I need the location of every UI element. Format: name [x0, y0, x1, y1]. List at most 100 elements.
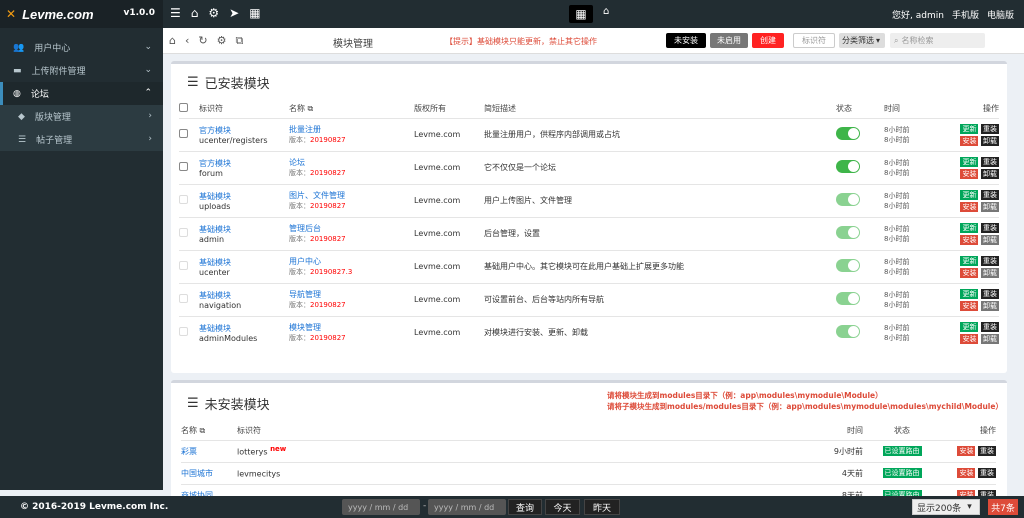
search-input[interactable]: ⌕ 名称检索 — [890, 33, 985, 48]
home-icon[interactable]: ⌂ — [169, 34, 176, 48]
uninstall-button[interactable]: 卸载 — [981, 135, 999, 146]
reinstall-button[interactable]: 重装 — [981, 288, 999, 299]
module-name-link[interactable]: 管理后台 — [289, 223, 414, 234]
install-button[interactable]: 安装 — [957, 468, 976, 478]
send-icon[interactable]: ➤ — [229, 6, 239, 20]
update-button[interactable]: 更新 — [960, 123, 979, 134]
caret-down-icon: ▾ — [876, 36, 881, 45]
menu-toggle-icon[interactable]: ☰ — [170, 6, 181, 20]
module-name-link[interactable]: 彩票 — [181, 439, 237, 462]
module-name-link[interactable]: 中国城市 — [181, 461, 237, 484]
module-name-link[interactable]: 导航管理 — [289, 289, 414, 300]
uninstall-button[interactable]: 卸载 — [981, 201, 999, 212]
row-checkbox[interactable] — [179, 327, 188, 337]
install-button[interactable]: 安装 — [960, 267, 979, 278]
sidebar-item-threads[interactable]: ☰ 帖子管理 › — [0, 128, 163, 151]
module-type-link[interactable]: 基础模块 — [199, 224, 289, 235]
select-all-checkbox[interactable] — [179, 103, 188, 113]
home-icon[interactable]: ⌂ — [191, 6, 199, 20]
start-date-input[interactable]: yyyy / mm / dd — [342, 499, 420, 515]
grid-icon[interactable]: ▦ — [249, 6, 260, 20]
reinstall-button[interactable]: 重装 — [981, 189, 999, 200]
row-checkbox[interactable] — [179, 195, 188, 204]
update-button[interactable]: 更新 — [960, 222, 979, 233]
reinstall-button[interactable]: 重装 — [978, 468, 996, 478]
query-button[interactable]: 查询 — [508, 499, 542, 515]
today-button[interactable]: 今天 — [545, 499, 580, 515]
uninstall-button[interactable]: 卸载 — [981, 333, 999, 344]
update-button[interactable]: 更新 — [960, 189, 979, 200]
status-toggle[interactable] — [836, 259, 860, 272]
module-type-link[interactable]: 基础模块 — [199, 323, 289, 334]
sidebar-item-ucenter[interactable]: 👥 用户中心 ⌄ — [0, 36, 163, 59]
module-name-link[interactable]: 用户中心 — [289, 256, 414, 267]
reinstall-button[interactable]: 重装 — [981, 222, 999, 233]
uninstall-button[interactable]: 卸载 — [981, 267, 999, 278]
install-button[interactable]: 安装 — [960, 135, 979, 146]
sidebar-item-uploads[interactable]: ▬ 上传附件管理 ⌄ — [0, 59, 163, 82]
header-name[interactable]: 名称 ⧉ — [289, 100, 414, 118]
yesterday-button[interactable]: 昨天 — [584, 499, 620, 515]
module-type-link[interactable]: 官方模块 — [199, 158, 289, 169]
status-toggle[interactable] — [836, 160, 860, 173]
gear-icon[interactable]: ⚙ — [208, 6, 219, 20]
status-toggle[interactable] — [836, 127, 860, 140]
toolbar: ⌂ ‹ ↻ ⚙ ⧉ 模块管理 【提示】基础模块只能更新，禁止其它操作 未安装 未… — [163, 28, 1024, 54]
row-checkbox[interactable] — [179, 261, 188, 270]
page-size-select[interactable]: 显示200条 ▾ — [912, 499, 980, 515]
install-button[interactable]: 安装 — [960, 300, 979, 311]
reinstall-button[interactable]: 重装 — [981, 321, 999, 332]
row-checkbox[interactable] — [179, 228, 188, 237]
module-name-link[interactable]: 图片、文件管理 — [289, 190, 414, 201]
gear-icon[interactable]: ⚙ — [217, 34, 227, 48]
module-type-link[interactable]: 基础模块 — [199, 257, 289, 268]
status-toggle[interactable] — [836, 226, 860, 239]
install-button[interactable]: 安装 — [960, 168, 979, 179]
module-type-link[interactable]: 基础模块 — [199, 191, 289, 202]
module-name-link[interactable]: 批量注册 — [289, 124, 414, 135]
reinstall-button[interactable]: 重装 — [981, 255, 999, 266]
reinstall-button[interactable]: 重装 — [981, 156, 999, 167]
mobile-version-link[interactable]: 手机版 — [952, 8, 979, 21]
update-button[interactable]: 更新 — [960, 321, 979, 332]
uninstall-button[interactable]: 卸载 — [981, 300, 999, 311]
home-icon[interactable]: ⌂ — [603, 6, 609, 17]
sidebar-item-boards[interactable]: ◆ 版块管理 › — [0, 105, 163, 128]
apps-button[interactable]: ▦ — [569, 5, 593, 23]
disabled-button[interactable]: 未启用 — [710, 33, 748, 48]
status-toggle[interactable] — [836, 193, 860, 206]
install-button[interactable]: 安装 — [957, 446, 976, 456]
update-button[interactable]: 更新 — [960, 288, 979, 299]
status-toggle[interactable] — [836, 292, 860, 305]
reinstall-button[interactable]: 重装 — [978, 446, 996, 456]
module-type-link[interactable]: 基础模块 — [199, 290, 289, 301]
end-date-input[interactable]: yyyy / mm / dd — [428, 499, 506, 515]
uninstalled-button[interactable]: 未安装 — [666, 33, 706, 48]
install-button[interactable]: 安装 — [960, 333, 979, 344]
module-name-link[interactable]: 模块管理 — [289, 322, 414, 333]
external-link-icon[interactable]: ⧉ — [235, 34, 243, 48]
refresh-icon[interactable]: ↻ — [198, 34, 207, 48]
uninstall-button[interactable]: 卸载 — [981, 234, 999, 245]
install-button[interactable]: 安装 — [960, 201, 979, 212]
install-button[interactable]: 安装 — [960, 234, 979, 245]
status-toggle[interactable] — [836, 325, 860, 339]
uninstall-button[interactable]: 卸载 — [981, 168, 999, 179]
module-name-link[interactable]: 论坛 — [289, 157, 414, 168]
create-button[interactable]: 创建 — [752, 33, 784, 48]
user-greeting[interactable]: 您好, admin — [892, 8, 944, 21]
back-icon[interactable]: ‹ — [185, 34, 189, 48]
identifier-field[interactable]: 标识符 — [793, 33, 835, 48]
update-button[interactable]: 更新 — [960, 156, 979, 167]
time-updated: 8小时前 — [884, 168, 910, 177]
update-button[interactable]: 更新 — [960, 255, 979, 266]
logo[interactable]: ✕ Levme.com v1.0.0 — [0, 0, 163, 28]
reinstall-button[interactable]: 重装 — [981, 123, 999, 134]
module-type-link[interactable]: 官方模块 — [199, 125, 289, 136]
row-checkbox[interactable] — [179, 162, 188, 171]
sidebar-item-forum[interactable]: ◍ 论坛 ⌃ — [0, 82, 163, 105]
row-checkbox[interactable] — [179, 294, 188, 303]
desktop-version-link[interactable]: 电脑版 — [987, 8, 1014, 21]
category-filter-select[interactable]: 分类筛选 ▾ — [839, 33, 885, 48]
row-checkbox[interactable] — [179, 129, 188, 138]
